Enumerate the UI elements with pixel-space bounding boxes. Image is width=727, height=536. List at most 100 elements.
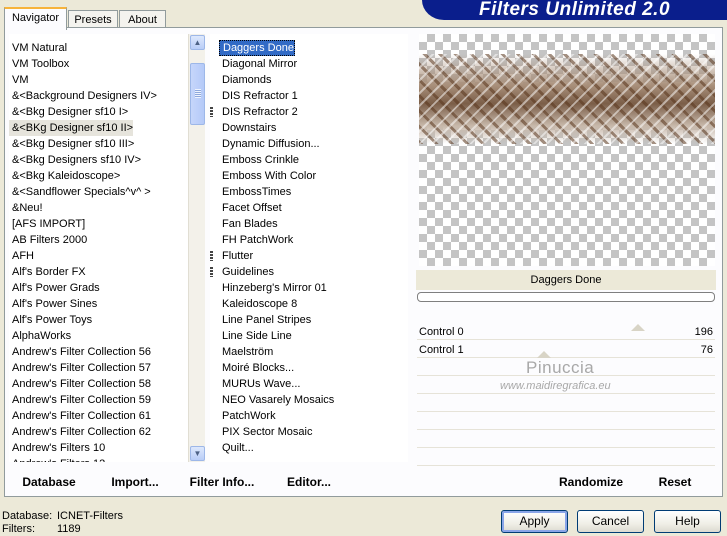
- category-item[interactable]: Andrew's Filter Collection 61: [9, 408, 151, 424]
- filter-item[interactable]: Hinzeberg's Mirror 01: [219, 280, 327, 296]
- category-item[interactable]: &<Background Designers IV>: [9, 88, 157, 104]
- filter-item[interactable]: Facet Offset: [219, 200, 282, 216]
- filter-item-label: Guidelines: [222, 266, 274, 278]
- scroll-thumb[interactable]: [190, 63, 205, 125]
- progress-bar: [417, 292, 715, 302]
- category-item[interactable]: AFH: [9, 248, 34, 264]
- category-item[interactable]: Andrew's Filters 12: [9, 456, 105, 462]
- filter-info-button[interactable]: Filter Info...: [187, 472, 257, 492]
- filter-item[interactable]: Line Panel Stripes: [219, 312, 311, 328]
- filter-item[interactable]: Kaleidoscope 8: [219, 296, 297, 312]
- filter-item[interactable]: Quilt...: [219, 440, 254, 456]
- control-slider-marker[interactable]: [537, 351, 551, 358]
- watermark-title: Pinuccia: [526, 358, 595, 377]
- reset-button[interactable]: Reset: [653, 472, 697, 492]
- navigator-panel: VM Natural VM Toolbox VM &<Background Desig…: [4, 27, 723, 497]
- filter-item[interactable]: Emboss Crinkle: [219, 152, 299, 168]
- filter-item[interactable]: MURUs Wave...: [219, 376, 300, 392]
- filter-item-label: Downstairs: [222, 122, 277, 134]
- category-item[interactable]: Andrew's Filter Collection 58: [9, 376, 151, 392]
- category-item[interactable]: Alf's Power Grads: [9, 280, 100, 296]
- filter-item[interactable]: Line Side Line: [219, 328, 292, 344]
- category-item[interactable]: Andrew's Filter Collection 56: [9, 344, 151, 360]
- category-item[interactable]: VM Toolbox: [9, 56, 69, 72]
- category-item[interactable]: AB Filters 2000: [9, 232, 87, 248]
- category-item[interactable]: &<Sandflower Specials^v^ >: [9, 184, 151, 200]
- filter-item[interactable]: PIX Sector Mosaic: [219, 424, 312, 440]
- filter-item-label: Maelström: [222, 346, 274, 358]
- category-item[interactable]: Andrew's Filter Collection 59: [9, 392, 151, 408]
- filter-item[interactable]: Downstairs: [219, 120, 276, 136]
- filter-item-label: Emboss Crinkle: [222, 154, 300, 166]
- control-row-1[interactable]: Control 1 76: [417, 342, 715, 358]
- category-item[interactable]: Andrew's Filter Collection 62: [9, 424, 151, 440]
- category-item[interactable]: Alf's Power Sines: [9, 296, 97, 312]
- help-button[interactable]: Help: [654, 510, 721, 533]
- cancel-button[interactable]: Cancel: [577, 510, 644, 533]
- preview-filter-effect: [419, 54, 715, 144]
- filter-item-label: Kaleidoscope 8: [222, 298, 298, 310]
- category-item[interactable]: &<Bkg Designer sf10 III>: [9, 136, 134, 152]
- filter-item-label: DIS Refractor 1: [222, 90, 298, 102]
- category-item[interactable]: Alf's Power Toys: [9, 312, 92, 328]
- editor-button[interactable]: Editor...: [285, 472, 333, 492]
- filter-item[interactable]: Maelström: [219, 344, 273, 360]
- filter-item[interactable]: Emboss With Color: [219, 168, 316, 184]
- filter-item[interactable]: Fan Blades: [219, 216, 278, 232]
- filter-item-label: Emboss With Color: [222, 170, 317, 182]
- filter-item[interactable]: Guidelines: [219, 264, 274, 280]
- category-list[interactable]: VM Natural VM Toolbox VM &<Background Desig…: [9, 34, 188, 462]
- filter-grip-icon: [210, 267, 213, 277]
- control-slider-marker[interactable]: [631, 324, 645, 331]
- scroll-down-arrow-icon[interactable]: ▼: [190, 446, 205, 461]
- filter-item-label: Dynamic Diffusion...: [222, 138, 320, 150]
- category-item[interactable]: [AFS IMPORT]: [9, 216, 85, 232]
- category-item[interactable]: Andrew's Filters 10: [9, 440, 105, 456]
- filter-item-label: Line Side Line: [222, 330, 292, 342]
- category-item[interactable]: Alf's Border FX: [9, 264, 86, 280]
- app-title-banner: Filters Unlimited 2.0: [422, 0, 727, 20]
- filters-count-value: 1189: [57, 523, 81, 535]
- filter-item[interactable]: DIS Refractor 1: [219, 88, 298, 104]
- filter-item-label: Facet Offset: [222, 202, 282, 214]
- category-item[interactable]: &Neu!: [9, 200, 43, 216]
- filter-item[interactable]: Flutter: [219, 248, 253, 264]
- apply-button[interactable]: Apply: [501, 510, 568, 533]
- category-item[interactable]: VM: [9, 72, 29, 88]
- filter-item[interactable]: Moiré Blocks...: [219, 360, 294, 376]
- filter-item-label: PatchWork: [222, 410, 276, 422]
- preview-image: [419, 34, 715, 266]
- tab-navigator[interactable]: Navigator: [4, 7, 67, 30]
- filter-item[interactable]: Diamonds: [219, 72, 272, 88]
- control-label: Control 0: [419, 326, 464, 338]
- category-item[interactable]: Andrew's Filter Collection 57: [9, 360, 151, 376]
- filter-item-label: PIX Sector Mosaic: [222, 426, 313, 438]
- filter-list[interactable]: Daggers Done Diagonal Mirror Diamonds DIS R…: [210, 34, 408, 462]
- filter-item-label: FH PatchWork: [222, 234, 294, 246]
- category-item[interactable]: &<Bkg Designers sf10 IV>: [9, 152, 141, 168]
- filter-grip-icon: [210, 251, 213, 261]
- filter-item[interactable]: Daggers Done: [219, 40, 295, 56]
- category-item[interactable]: AlphaWorks: [9, 328, 71, 344]
- filter-item[interactable]: Dynamic Diffusion...: [219, 136, 320, 152]
- category-item[interactable]: &<Bkg Kaleidoscope>: [9, 168, 120, 184]
- selected-filter-name: Daggers Done: [416, 270, 716, 290]
- randomize-button[interactable]: Randomize: [553, 472, 629, 492]
- filter-item-label: Quilt...: [222, 442, 254, 454]
- control-row-0[interactable]: Control 0 196: [417, 324, 715, 340]
- import-button[interactable]: Import...: [107, 472, 163, 492]
- category-item[interactable]: &<Bkg Designer sf10 I>: [9, 104, 128, 120]
- control-row-empty: [417, 414, 715, 430]
- control-value: 196: [694, 326, 713, 338]
- filter-item[interactable]: DIS Refractor 2: [219, 104, 298, 120]
- category-item[interactable]: VM Natural: [9, 40, 67, 56]
- filter-item[interactable]: NEO Vasarely Mosaics: [219, 392, 334, 408]
- filter-item[interactable]: FH PatchWork: [219, 232, 293, 248]
- category-item[interactable]: &<BKg Designer sf10 II>: [9, 120, 134, 136]
- filter-item[interactable]: PatchWork: [219, 408, 276, 424]
- filter-item[interactable]: EmbossTimes: [219, 184, 291, 200]
- scroll-up-arrow-icon[interactable]: ▲: [190, 35, 205, 50]
- filter-item[interactable]: Diagonal Mirror: [219, 56, 297, 72]
- database-button[interactable]: Database: [15, 472, 83, 492]
- category-scrollbar[interactable]: ▲ ▼: [188, 34, 205, 462]
